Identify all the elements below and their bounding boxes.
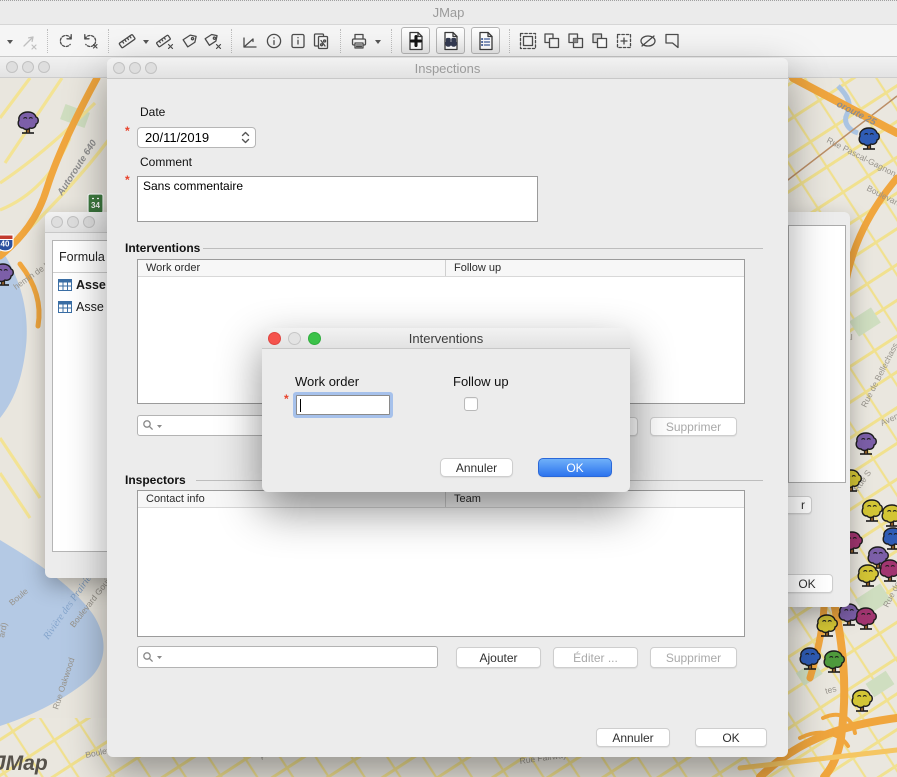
route-shield-40: 40 xyxy=(0,235,13,251)
required-asterisk: * xyxy=(125,173,130,187)
required-asterisk: * xyxy=(284,392,289,406)
annuler-button[interactable]: Annuler xyxy=(440,458,513,477)
background-form-window: r OK xyxy=(786,212,850,607)
app-toolbar xyxy=(0,25,897,57)
stepper-icon[interactable] xyxy=(241,131,250,144)
jmap-logo: JMap xyxy=(0,752,48,775)
comment-label: Comment xyxy=(140,155,192,169)
measure-ruler-cancel-icon[interactable] xyxy=(154,29,176,53)
dropdown-caret-icon[interactable] xyxy=(4,29,16,53)
background-form-table xyxy=(788,225,846,483)
rotate-cw-cancel-icon[interactable] xyxy=(79,29,101,53)
route-shield-34: 34 xyxy=(88,194,103,213)
close-icon[interactable] xyxy=(6,61,18,73)
add-selection-icon[interactable] xyxy=(613,29,635,53)
interventions-table-header[interactable]: Work order Follow up xyxy=(138,260,744,277)
interventions-modal: Interventions Work order * Follow up Ann… xyxy=(262,328,630,492)
label-tag-icon[interactable] xyxy=(178,29,200,53)
app-title: JMap xyxy=(433,5,465,20)
required-asterisk: * xyxy=(125,124,130,138)
interventions-modal-titlebar[interactable]: Interventions xyxy=(262,328,630,349)
app-titlebar[interactable]: JMap xyxy=(0,0,897,25)
section-divider xyxy=(203,248,763,249)
rotate-ccw-icon[interactable] xyxy=(55,29,77,53)
no-ellipse-icon[interactable] xyxy=(637,29,659,53)
inspections-titlebar[interactable]: Inspections xyxy=(107,58,788,79)
search-options-caret[interactable] xyxy=(156,421,163,431)
date-field[interactable]: 20/11/2019 xyxy=(137,127,256,148)
inspectors-ajouter-button[interactable]: Ajouter xyxy=(456,647,541,668)
follow-up-label: Follow up xyxy=(453,374,509,389)
subtract-shapes-icon[interactable] xyxy=(589,29,611,53)
inspectors-editer-button[interactable]: Éditer ... xyxy=(553,647,638,668)
polygon-flag-icon[interactable] xyxy=(661,29,683,53)
text-caret xyxy=(300,399,301,412)
interventions-supprimer-button[interactable]: Supprimer xyxy=(650,417,737,436)
work-order-input[interactable] xyxy=(296,395,390,415)
annuler-button[interactable]: Annuler xyxy=(596,728,670,747)
interventions-section-label: Interventions xyxy=(125,241,200,255)
ok-button[interactable]: OK xyxy=(695,728,767,747)
minimize-icon[interactable] xyxy=(288,332,301,345)
minimize-icon[interactable] xyxy=(67,216,79,228)
measure-ruler-icon[interactable] xyxy=(116,29,138,53)
work-order-label: Work order xyxy=(295,374,359,389)
comment-field[interactable]: Sans commentaire xyxy=(137,176,538,222)
ok-button[interactable]: OK xyxy=(781,574,833,593)
zoom-icon[interactable] xyxy=(145,62,157,74)
close-icon[interactable] xyxy=(268,332,281,345)
svg-text:40: 40 xyxy=(1,240,10,249)
search-icon xyxy=(142,419,155,432)
inspectors-table-header[interactable]: Contact info Team xyxy=(138,491,744,508)
add-document-button[interactable] xyxy=(401,27,430,54)
printer-icon[interactable] xyxy=(348,29,370,53)
measure-area-icon[interactable] xyxy=(239,29,261,53)
report-sheets-icon[interactable] xyxy=(311,29,333,53)
map-window-lights[interactable] xyxy=(0,61,54,73)
search-options-caret[interactable] xyxy=(156,652,163,662)
inspectors-search-input[interactable] xyxy=(137,646,438,668)
dialog-title: Inspections xyxy=(107,61,788,76)
ok-button[interactable]: OK xyxy=(538,458,612,477)
inspectors-supprimer-button[interactable]: Supprimer xyxy=(650,647,737,668)
label-tag-cancel-icon[interactable] xyxy=(202,29,224,53)
date-label: Date xyxy=(140,105,165,119)
zoom-icon[interactable] xyxy=(308,332,321,345)
inspectors-section-label: Inspectors xyxy=(125,473,186,487)
intersect-shapes-icon[interactable] xyxy=(565,29,587,53)
minimize-icon[interactable] xyxy=(129,62,141,74)
close-icon[interactable] xyxy=(113,62,125,74)
close-icon[interactable] xyxy=(51,216,63,228)
zoom-icon[interactable] xyxy=(38,61,50,73)
zoom-icon[interactable] xyxy=(83,216,95,228)
table-icon xyxy=(58,301,72,313)
deselect-arrow-icon[interactable] xyxy=(18,29,40,53)
select-rectangle-icon[interactable] xyxy=(517,29,539,53)
ruler-caret-icon[interactable] xyxy=(140,29,152,53)
search-icon xyxy=(142,651,155,664)
list-document-button[interactable] xyxy=(471,27,500,54)
inspectors-table[interactable]: Contact info Team xyxy=(137,490,745,637)
follow-up-checkbox[interactable] xyxy=(464,397,478,411)
info-circle-icon[interactable] xyxy=(263,29,285,53)
combine-shapes-icon[interactable] xyxy=(541,29,563,53)
minimize-icon[interactable] xyxy=(22,61,34,73)
printer-caret-icon[interactable] xyxy=(372,29,384,53)
info-square-icon[interactable] xyxy=(287,29,309,53)
svg-text:34: 34 xyxy=(91,201,100,210)
search-document-button[interactable] xyxy=(436,27,465,54)
table-icon xyxy=(58,279,72,291)
